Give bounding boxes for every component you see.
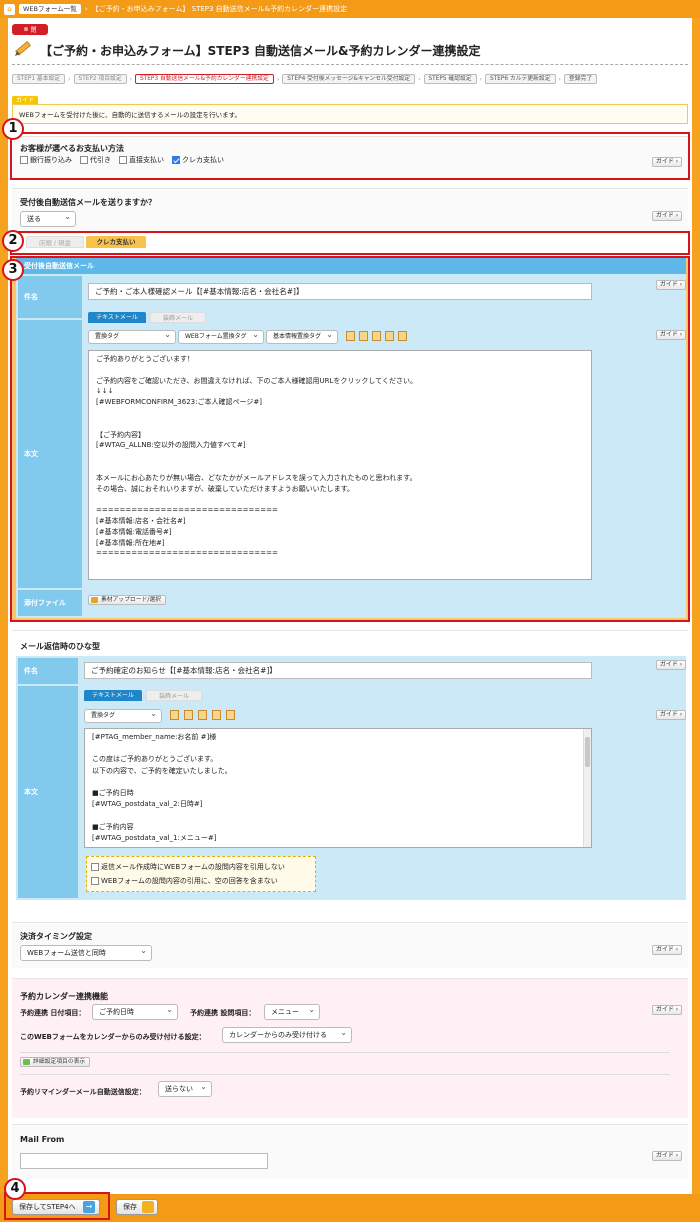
- question-field-label: 予約連携 設問項目：: [190, 1009, 256, 1017]
- template-options: 返信メール作成時にWEBフォームの設問内容を引用しない WEBフォームの設問内容…: [86, 856, 316, 892]
- breadcrumb-form-list[interactable]: WEBフォーム一覧: [19, 4, 81, 14]
- breadcrumb-current: 【ご予約・お申込みフォーム】 STEP3 自動送信メール&予約カレンダー連携設定: [91, 5, 348, 13]
- insert-icon[interactable]: [226, 710, 235, 720]
- insert-icon[interactable]: [212, 710, 221, 720]
- title-divider: [12, 64, 688, 65]
- close-icon: ⊗: [23, 26, 29, 33]
- calendar-only-label: このWEBフォームをカレンダーからのみ受け付ける設定：: [20, 1033, 206, 1041]
- auto-mail-select[interactable]: 送る: [20, 210, 76, 227]
- annotation-badge-1: 1: [2, 118, 24, 140]
- annotation-badge-4: 4: [4, 1178, 26, 1200]
- date-field-select[interactable]: ご予約日時: [92, 1003, 178, 1020]
- guide-message: WEBフォームを受付けた後に、自動的に送信するメールの設定を行います。: [12, 104, 688, 124]
- mail-from-input[interactable]: [20, 1153, 268, 1169]
- annotation-badge-3: 3: [2, 259, 24, 281]
- divider: [20, 1074, 670, 1075]
- page-title: 【ご予約・お申込みフォーム】STEP3 自動送信メール&予約カレンダー連携設定: [40, 44, 481, 58]
- mail-from-section: Mail From ガイド ›: [12, 1124, 688, 1178]
- step-4[interactable]: STEP4 受付後メッセージ&キャンセル受付設定: [282, 74, 416, 84]
- save-button[interactable]: 保存: [116, 1199, 158, 1215]
- divider: [20, 1052, 670, 1053]
- template-subject-label: 件名: [18, 658, 78, 684]
- calendar-section: 予約カレンダー連携機能 ガイド ›: [12, 978, 688, 1118]
- pencil-icon: [15, 40, 31, 56]
- payment-timing-section: 決済タイミング設定 WEBフォーム送信と同時 ガイド ›: [12, 922, 688, 968]
- template-tab-html-mail[interactable]: 装飾メール: [146, 690, 202, 701]
- template-body-scrollbar[interactable]: [583, 729, 591, 847]
- option-no-quote[interactable]: 返信メール作成時にWEBフォームの設問内容を引用しない: [91, 862, 285, 872]
- template-subject-input[interactable]: ご予約確定のお知らせ【[#基本情報:店名・会社名#]】: [84, 662, 592, 679]
- calendar-title: 予約カレンダー連携機能: [20, 992, 108, 1001]
- mail-from-title: Mail From: [20, 1135, 65, 1144]
- guide-button[interactable]: ガイド ›: [656, 660, 686, 670]
- auto-mail-title: 受付後自動送信メールを送りますか？: [20, 198, 156, 207]
- option-exclude-empty[interactable]: WEBフォームの設問内容の引用に、空の回答を含まない: [91, 876, 278, 886]
- guide-button[interactable]: ガイド ›: [656, 710, 686, 720]
- breadcrumb-separator: ›: [84, 5, 88, 13]
- template-body-textarea[interactable]: [#PTAG_member_name:お名前 #]様 この度はご予約ありがとうご…: [84, 728, 592, 848]
- payment-timing-select[interactable]: WEBフォーム送信と同時: [20, 944, 152, 961]
- guide-button[interactable]: ガイド ›: [652, 1005, 682, 1015]
- auto-mail-section: 受付後自動送信メールを送りますか？ 送る ガイド ›: [12, 188, 688, 234]
- reply-template-title: メール返信時のひな型: [20, 642, 100, 651]
- annotation-frame-1: [10, 132, 690, 180]
- page-content: ⊗ 閉 【ご予約・お申込みフォーム】STEP3 自動送信メール&予約カレンダー連携…: [2, 18, 692, 1194]
- reminder-select[interactable]: 送らない: [158, 1080, 212, 1097]
- step-6[interactable]: STEP6 カルテ更新設定: [485, 74, 556, 84]
- guide-button[interactable]: ガイド ›: [652, 1151, 682, 1161]
- annotation-frame-3: [10, 256, 690, 622]
- lock-icon: [142, 1201, 154, 1213]
- payment-timing-title: 決済タイミング設定: [20, 932, 92, 941]
- reminder-label: 予約リマインダーメール自動送信設定：: [20, 1088, 146, 1096]
- top-bar: ⌂ WEBフォーム一覧 › 【ご予約・お申込みフォーム】 STEP3 自動送信メ…: [0, 0, 700, 18]
- calendar-only-select[interactable]: カレンダーからのみ受け付ける: [222, 1026, 352, 1043]
- template-tab-text-mail[interactable]: テキストメール: [84, 690, 142, 701]
- insert-icon[interactable]: [184, 710, 193, 720]
- step-1[interactable]: STEP1 基本設定: [12, 74, 66, 84]
- step-progress: STEP1 基本設定 › STEP2 項目設定 › STEP3 自動送信メール&…: [12, 74, 688, 84]
- detail-settings-button[interactable]: 詳細設定項目の表示: [20, 1057, 91, 1067]
- step-2[interactable]: STEP2 項目設定: [73, 74, 127, 84]
- question-field-select[interactable]: メニュー: [264, 1003, 320, 1020]
- close-button[interactable]: ⊗ 閉: [12, 24, 48, 35]
- step-3-current[interactable]: STEP3 自動送信メール&予約カレンダー連携設定: [135, 74, 274, 84]
- insert-icon[interactable]: [170, 710, 179, 720]
- annotation-frame-2: [10, 231, 690, 255]
- step-5[interactable]: STEP5 確認設定: [423, 74, 477, 84]
- insert-icon[interactable]: [198, 710, 207, 720]
- date-field-label: 予約連携 日付項目：: [20, 1009, 86, 1017]
- guide-button[interactable]: ガイド ›: [652, 211, 682, 221]
- template-tag-select[interactable]: 置換タグ: [84, 708, 162, 723]
- home-icon[interactable]: ⌂: [4, 3, 15, 15]
- checkbox[interactable]: [91, 863, 99, 871]
- plus-icon: [23, 1059, 30, 1065]
- step-complete[interactable]: 登録完了: [563, 74, 598, 84]
- template-body-label: 本文: [18, 686, 78, 898]
- guide-button[interactable]: ガイド ›: [652, 945, 682, 955]
- annotation-badge-2: 2: [2, 230, 24, 252]
- checkbox[interactable]: [91, 877, 99, 885]
